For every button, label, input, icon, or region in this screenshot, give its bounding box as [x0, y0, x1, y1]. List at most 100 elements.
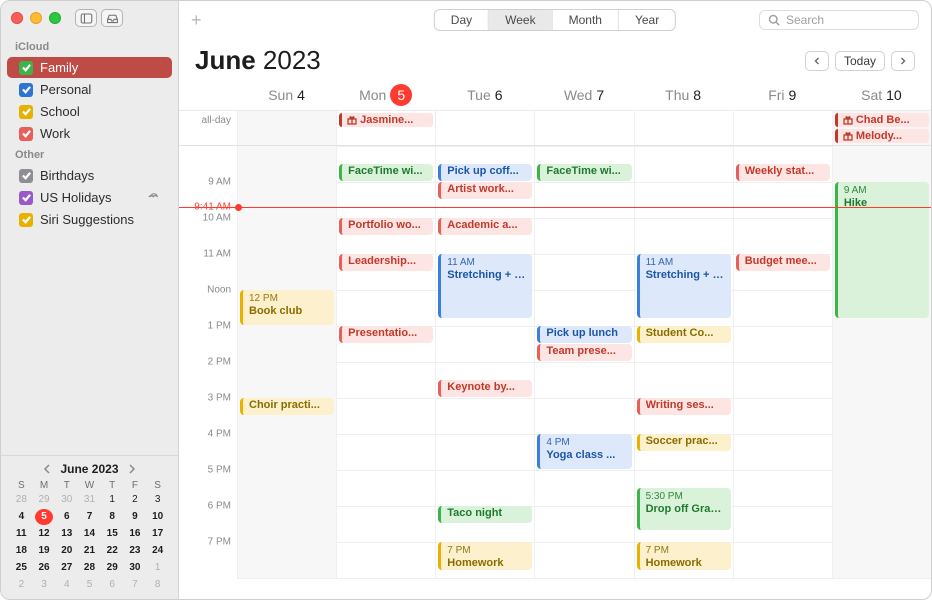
mini-day[interactable]: 25 [12, 560, 30, 576]
allday-cell[interactable] [534, 111, 633, 145]
mini-day[interactable]: 28 [12, 492, 30, 508]
mini-day[interactable]: 23 [126, 543, 144, 559]
calendar-event[interactable]: Student Co... [637, 326, 731, 343]
maximize-button[interactable] [49, 12, 61, 24]
calendar-checkbox[interactable] [19, 169, 33, 183]
mini-day[interactable]: 29 [103, 560, 121, 576]
calendar-checkbox[interactable] [19, 83, 33, 97]
view-tab-week[interactable]: Week [488, 10, 551, 30]
day-header[interactable]: Thu8 [634, 84, 733, 106]
calendar-list-item[interactable]: US Holidays [7, 187, 172, 208]
day-header[interactable]: Mon5 [336, 84, 435, 106]
calendar-event[interactable]: Budget mee... [736, 254, 830, 271]
calendar-event[interactable]: 9 AMHike [835, 182, 929, 318]
calendar-list-item[interactable]: Siri Suggestions [7, 209, 172, 230]
view-tab-year[interactable]: Year [618, 10, 675, 30]
mini-day[interactable]: 17 [149, 526, 167, 542]
allday-cell[interactable] [634, 111, 733, 145]
allday-cell[interactable] [435, 111, 534, 145]
mini-day[interactable]: 10 [149, 509, 167, 525]
calendar-checkbox[interactable] [19, 127, 33, 141]
mini-day[interactable]: 22 [103, 543, 121, 559]
minimize-button[interactable] [30, 12, 42, 24]
calendar-event[interactable]: FaceTime wi... [339, 164, 433, 181]
allday-cell[interactable] [237, 111, 336, 145]
calendar-list-item[interactable]: Work [7, 123, 172, 144]
mini-next-month[interactable] [125, 462, 139, 476]
calendar-checkbox[interactable] [19, 105, 33, 119]
mini-day[interactable]: 29 [35, 492, 53, 508]
view-tab-day[interactable]: Day [435, 10, 488, 30]
mini-day[interactable]: 21 [80, 543, 98, 559]
calendar-event[interactable]: 4 PMYoga class ... [537, 434, 631, 469]
mini-day[interactable]: 6 [103, 577, 121, 593]
mini-day[interactable]: 2 [12, 577, 30, 593]
calendar-event[interactable]: Artist work... [438, 182, 532, 199]
calendar-event[interactable]: Pick up coff... [438, 164, 532, 181]
new-event-button[interactable]: + [191, 10, 202, 31]
mini-day[interactable]: 6 [58, 509, 76, 525]
mini-day[interactable]: 7 [80, 509, 98, 525]
calendar-event[interactable]: Keynote by... [438, 380, 532, 397]
calendar-checkbox[interactable] [19, 191, 33, 205]
calendar-event[interactable]: Taco night [438, 506, 532, 523]
mini-day[interactable]: 13 [58, 526, 76, 542]
mini-day[interactable]: 2 [126, 492, 144, 508]
mini-day[interactable]: 19 [35, 543, 53, 559]
mini-day[interactable]: 4 [12, 509, 30, 525]
mini-day[interactable]: 27 [58, 560, 76, 576]
close-button[interactable] [11, 12, 23, 24]
day-column[interactable]: 12 PMBook clubChoir practi... [237, 146, 336, 578]
calendar-event[interactable]: Portfolio wo... [339, 218, 433, 235]
calendar-event[interactable]: 5:30 PMDrop off Grandma... [637, 488, 731, 530]
mini-day[interactable]: 11 [12, 526, 30, 542]
day-header[interactable]: Sun4 [237, 84, 336, 106]
next-week-button[interactable] [891, 51, 915, 71]
week-grid[interactable]: 9 AM10 AM11 AMNoon1 PM2 PM3 PM4 PM5 PM6 … [179, 146, 931, 599]
day-column[interactable]: FaceTime wi...Pick up lunchTeam prese...… [534, 146, 633, 578]
mini-day[interactable]: 5 [35, 509, 53, 525]
view-tab-month[interactable]: Month [552, 10, 618, 30]
mini-day[interactable]: 26 [35, 560, 53, 576]
day-column[interactable]: Pick up coff...Artist work...Academic a.… [435, 146, 534, 578]
mini-day[interactable]: 8 [149, 577, 167, 593]
day-column[interactable]: FaceTime wi... Portfolio wo... Leadership.… [336, 146, 435, 578]
calendar-event[interactable]: Soccer prac... [637, 434, 731, 451]
calendar-event[interactable]: Leadership... [339, 254, 433, 271]
calendar-list-item[interactable]: Family [7, 57, 172, 78]
allday-event[interactable]: Melody... [835, 129, 929, 143]
calendar-event[interactable]: 11 AMStretching + weights [438, 254, 532, 318]
allday-event[interactable]: Jasmine... [339, 113, 433, 127]
calendar-event[interactable]: 7 PMHomework [637, 542, 731, 570]
day-header[interactable]: Wed7 [534, 84, 633, 106]
allday-cell[interactable]: Chad Be... Melody... [832, 111, 931, 145]
mini-day[interactable]: 20 [58, 543, 76, 559]
mini-day[interactable]: 9 [126, 509, 144, 525]
mini-day[interactable]: 3 [149, 492, 167, 508]
calendar-event[interactable]: 7 PMHomework [438, 542, 532, 570]
mini-day[interactable]: 5 [80, 577, 98, 593]
calendar-event[interactable]: Writing ses... [637, 398, 731, 415]
mini-day[interactable]: 28 [80, 560, 98, 576]
mini-day[interactable]: 1 [149, 560, 167, 576]
mini-day[interactable]: 16 [126, 526, 144, 542]
day-column[interactable]: 9 AMHike [832, 146, 931, 578]
search-field[interactable]: Search [759, 10, 919, 30]
calendar-list-item[interactable]: School [7, 101, 172, 122]
prev-week-button[interactable] [805, 51, 829, 71]
mini-day[interactable]: 15 [103, 526, 121, 542]
calendar-event[interactable]: Weekly stat... [736, 164, 830, 181]
calendar-list-item[interactable]: Personal [7, 79, 172, 100]
allday-cell[interactable] [733, 111, 832, 145]
inbox-icon[interactable] [101, 9, 123, 27]
mini-prev-month[interactable] [40, 462, 54, 476]
allday-event[interactable]: Chad Be... [835, 113, 929, 127]
day-header[interactable]: Tue6 [435, 84, 534, 106]
calendar-event[interactable]: Presentatio... [339, 326, 433, 343]
calendar-event[interactable]: Team prese... [537, 344, 631, 361]
day-header[interactable]: Fri9 [733, 84, 832, 106]
allday-cell[interactable]: Jasmine... [336, 111, 435, 145]
mini-day[interactable]: 3 [35, 577, 53, 593]
mini-day[interactable]: 18 [12, 543, 30, 559]
calendar-checkbox[interactable] [19, 61, 33, 75]
